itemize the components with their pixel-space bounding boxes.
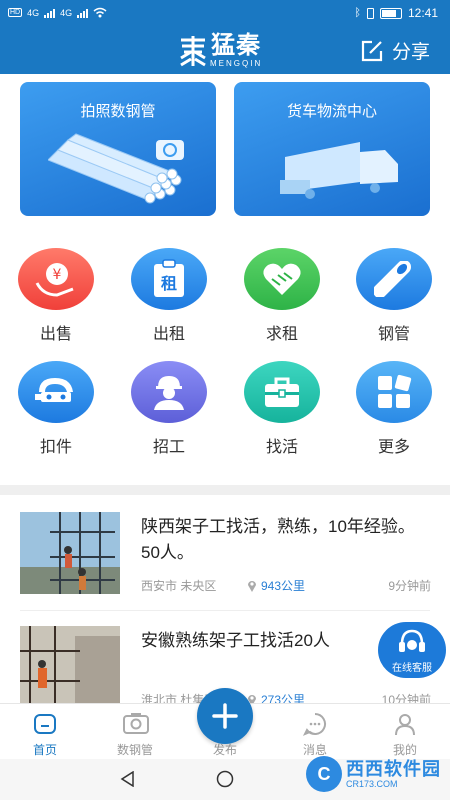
- watermark-logo-icon: C: [306, 756, 342, 792]
- logo-name: 猛秦: [211, 32, 262, 59]
- signal-icon-2: [77, 8, 89, 18]
- sell-yuan-icon: ¥: [18, 248, 94, 310]
- post-location: 西安市 未央区: [141, 579, 217, 593]
- back-icon[interactable]: [120, 771, 136, 787]
- nav-count-pipes[interactable]: 数钢管: [90, 704, 180, 760]
- toolbox-icon: [244, 361, 320, 423]
- clock: 12:41: [407, 6, 438, 20]
- grid-label: 钢管: [377, 326, 410, 343]
- distance-value: 943公里: [261, 579, 306, 593]
- grid-item-sell[interactable]: ¥ 出售: [11, 248, 101, 348]
- logo-subtitle: MENGQIN: [210, 59, 263, 68]
- grid-item-rent[interactable]: 租 出租: [124, 248, 214, 348]
- grid-label: 更多: [377, 439, 410, 456]
- watermark-name: 西西软件园: [346, 759, 441, 779]
- banner-logistics[interactable]: 货车物流中心: [234, 82, 430, 216]
- signal-icon: [44, 8, 56, 18]
- app-logo: 猛秦 MENGQIN: [178, 33, 262, 68]
- truck-illustration: [280, 142, 398, 199]
- nav-messages[interactable]: 消息: [270, 704, 360, 760]
- camera-icon: [123, 713, 149, 734]
- grid-item-steel-pipe[interactable]: 钢管: [349, 248, 439, 348]
- plus-icon: [212, 703, 238, 729]
- watermark-url: CR173.COM: [346, 779, 398, 789]
- post-distance: 943公里: [247, 577, 305, 594]
- worker-icon: [131, 361, 207, 423]
- grid-item-clamp[interactable]: 扣件: [11, 361, 101, 461]
- post-thumbnail: [20, 512, 120, 594]
- yuan-glyph: ¥: [53, 267, 62, 283]
- grid-item-recruit[interactable]: 招工: [124, 361, 214, 461]
- headset-icon: [399, 629, 425, 652]
- home-circle-icon[interactable]: [216, 770, 234, 788]
- hd-badge: HD: [8, 8, 23, 17]
- rent-icon: 租: [131, 248, 207, 310]
- battery-icon: [379, 7, 402, 19]
- pipes-illustration: [48, 133, 184, 204]
- service-label: 在线客服: [392, 663, 432, 674]
- bluetooth-icon: ᛒ: [354, 7, 361, 19]
- status-bar: HD 4G 4G ᛒ 12:41: [0, 0, 450, 28]
- grid-item-find-work[interactable]: 找活: [237, 361, 327, 461]
- post-time: 9分钟前: [388, 579, 431, 593]
- grid-label: 出租: [152, 326, 185, 343]
- list-item[interactable]: 陕西架子工找活，熟练，10年经验。50人。 西安市 未央区 943公里 9分钟前: [0, 512, 450, 622]
- post-meta: 西安市 未央区 943公里 9分钟前: [141, 577, 431, 595]
- section-divider: [0, 485, 450, 495]
- network-label-2: 4G: [60, 7, 73, 18]
- message-icon: [303, 713, 326, 736]
- grid-label: 求租: [265, 326, 298, 343]
- grid-label: 扣件: [39, 439, 72, 456]
- grid-label: 招工: [152, 439, 185, 456]
- share-edit-icon: [361, 40, 383, 61]
- watermark: C 西西软件园 CR173.COM: [306, 756, 446, 792]
- wifi-icon: [93, 7, 107, 18]
- nav-home[interactable]: 首页: [0, 704, 90, 760]
- banner-title: 拍照数钢管: [80, 103, 156, 120]
- grid-label: 找活: [265, 439, 298, 456]
- post-title: 陕西架子工找活，熟练，10年经验。50人。: [141, 517, 415, 562]
- network-label: 4G: [27, 7, 40, 18]
- vibrate-icon: [366, 7, 374, 19]
- status-left: HD 4G 4G: [8, 7, 107, 18]
- clamp-icon: [18, 361, 94, 423]
- nav-label: 数钢管: [116, 743, 153, 757]
- user-icon: [395, 714, 415, 736]
- location-pin-icon: [248, 581, 256, 592]
- handshake-icon: [244, 248, 320, 310]
- more-grid-icon: [356, 361, 432, 423]
- pipe-icon: [356, 248, 432, 310]
- post-thumbnail: [20, 626, 120, 708]
- nav-profile[interactable]: 我的: [360, 704, 450, 760]
- rent-glyph: 租: [161, 274, 177, 293]
- home-icon: [34, 714, 56, 734]
- logo-mark-icon: [180, 35, 206, 66]
- banner-title: 货车物流中心: [286, 103, 377, 120]
- app-header: 猛秦 MENGQIN 分享: [0, 28, 450, 74]
- share-label: 分享: [391, 42, 430, 63]
- row-divider: [20, 610, 430, 611]
- grid-item-more[interactable]: 更多: [349, 361, 439, 461]
- nav-label: 首页: [32, 743, 57, 757]
- grid-label: 出售: [39, 326, 72, 343]
- status-right: ᛒ 12:41: [354, 6, 438, 20]
- publish-button[interactable]: [197, 688, 253, 744]
- banner-count-pipes[interactable]: 拍照数钢管: [20, 82, 216, 216]
- online-service-button[interactable]: 在线客服: [378, 622, 446, 678]
- share-button[interactable]: 分享: [360, 37, 430, 64]
- grid-item-seek-rent[interactable]: 求租: [237, 248, 327, 348]
